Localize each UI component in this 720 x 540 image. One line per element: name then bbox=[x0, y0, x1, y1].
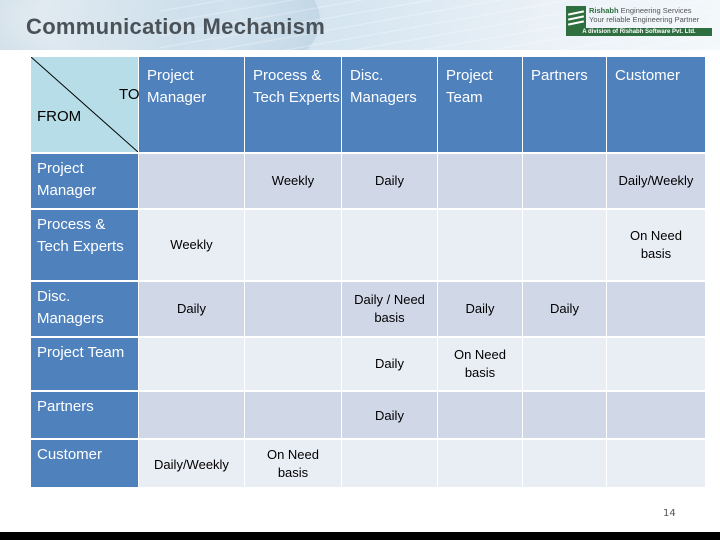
matrix-cell bbox=[607, 392, 705, 438]
matrix-cell: Daily / Need basis bbox=[342, 282, 437, 336]
column-header: Project Team bbox=[438, 57, 522, 152]
matrix-cell: Daily bbox=[139, 282, 244, 336]
matrix-cell bbox=[523, 154, 606, 208]
matrix-cell: Weekly bbox=[245, 154, 341, 208]
matrix-cell: Weekly bbox=[139, 210, 244, 280]
row-header: Partners bbox=[31, 392, 138, 438]
matrix-cell bbox=[342, 440, 437, 487]
logo-division: A division of Rishabh Software Pvt. Ltd. bbox=[566, 28, 712, 36]
column-header: Partners bbox=[523, 57, 606, 152]
column-header: Disc. Managers bbox=[342, 57, 437, 152]
slide-title: Communication Mechanism bbox=[26, 14, 326, 39]
matrix-cell bbox=[438, 392, 522, 438]
matrix-cell bbox=[139, 338, 244, 390]
column-header: Customer bbox=[607, 57, 705, 152]
matrix-cell bbox=[342, 210, 437, 280]
matrix-cell: Daily/Weekly bbox=[607, 154, 705, 208]
matrix-cell bbox=[523, 338, 606, 390]
column-header: Project Manager bbox=[139, 57, 244, 152]
footer-bar bbox=[0, 532, 720, 540]
row-header: Process & Tech Experts bbox=[31, 210, 138, 280]
matrix-cell bbox=[438, 154, 522, 208]
row-header: Disc. Managers bbox=[31, 282, 138, 336]
row-header: Project Manager bbox=[31, 154, 138, 208]
matrix-cell bbox=[607, 338, 705, 390]
matrix-cell bbox=[245, 210, 341, 280]
row-header: Project Team bbox=[31, 338, 138, 390]
matrix-cell bbox=[607, 440, 705, 487]
logo-tagline: Your reliable Engineering Partner bbox=[589, 15, 700, 24]
matrix-cell bbox=[438, 210, 522, 280]
matrix-cell bbox=[438, 440, 522, 487]
company-logo: Rishabh Engineering Services Your reliab… bbox=[566, 6, 712, 36]
corner-from-label: FROM bbox=[37, 108, 82, 125]
matrix-cell bbox=[523, 392, 606, 438]
corner-to-label: TO bbox=[119, 86, 140, 103]
matrix-cell: Daily/Weekly bbox=[139, 440, 244, 487]
matrix-corner: TO FROM bbox=[31, 57, 140, 152]
matrix-cell: Daily bbox=[523, 282, 606, 336]
matrix-cell bbox=[523, 440, 606, 487]
matrix-cell bbox=[523, 210, 606, 280]
diagonal-divider bbox=[31, 57, 138, 152]
page-number: 14 bbox=[663, 508, 676, 519]
matrix-cell: On Need basis bbox=[245, 440, 341, 487]
matrix-cell bbox=[139, 392, 244, 438]
matrix-cell bbox=[607, 282, 705, 336]
logo-company-name: Rishabh Engineering Services bbox=[589, 6, 692, 15]
matrix-cell: Daily bbox=[342, 392, 437, 438]
matrix-cell: Daily bbox=[342, 154, 437, 208]
row-header: Customer bbox=[31, 440, 138, 487]
matrix-cell: Daily bbox=[438, 282, 522, 336]
matrix-cell bbox=[245, 392, 341, 438]
matrix-cell bbox=[245, 282, 341, 336]
matrix-cell: Daily bbox=[342, 338, 437, 390]
logo-mark-icon bbox=[566, 6, 586, 28]
matrix-cell bbox=[245, 338, 341, 390]
matrix-cell bbox=[139, 154, 244, 208]
matrix-cell: On Need basis bbox=[438, 338, 522, 390]
column-header: Process & Tech Experts bbox=[245, 57, 341, 152]
matrix-cell: On Need basis bbox=[607, 210, 705, 280]
